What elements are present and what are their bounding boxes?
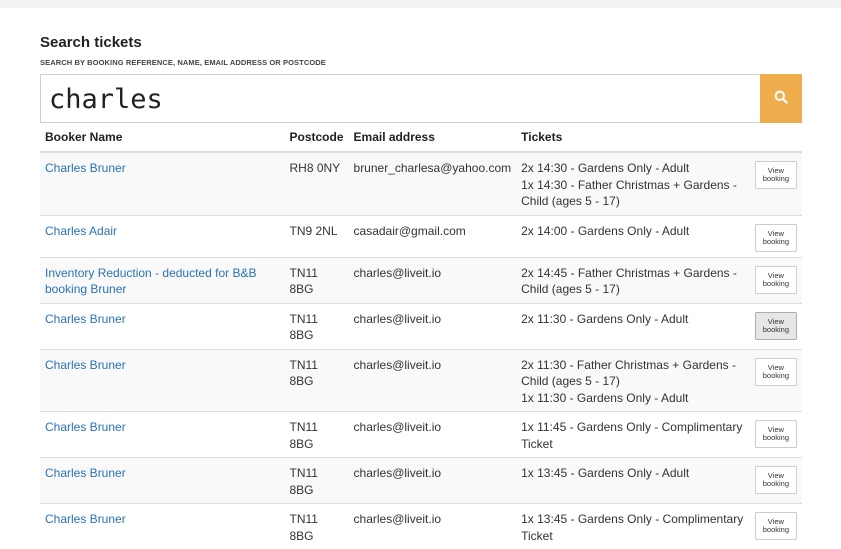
tickets-cell: 2x 11:30 - Father Christmas + Gardens - … (516, 349, 750, 412)
ticket-line: 1x 13:45 - Gardens Only - Adult (521, 465, 745, 482)
booker-name-link[interactable]: Charles Bruner (45, 420, 126, 434)
table-row: Charles Adair TN9 2NLcasadair@gmail.com2x… (40, 215, 802, 257)
booker-name-link[interactable]: Charles Adair (45, 224, 117, 238)
email-cell: charles@liveit.io (349, 257, 517, 303)
view-booking-button[interactable]: View booking (755, 358, 797, 386)
ticket-line: 2x 11:30 - Father Christmas + Gardens - … (521, 357, 745, 390)
action-cell: View booking (750, 349, 802, 412)
postcode-cell: TN11 8BG (285, 504, 349, 549)
table-row: Charles Bruner TN11 8BGcharles@liveit.io1… (40, 458, 802, 504)
tickets-cell: 1x 13:45 - Gardens Only - Adult (516, 458, 750, 504)
ticket-line: 2x 11:30 - Gardens Only - Adult (521, 311, 745, 328)
table-row: Charles Bruner TN11 8BGcharles@liveit.io1… (40, 504, 802, 549)
header-email: Email address (349, 126, 517, 152)
header-booker-name: Booker Name (40, 126, 285, 152)
booker-name-link[interactable]: Charles Bruner (45, 512, 126, 526)
view-booking-button[interactable]: View booking (755, 312, 797, 340)
booker-name-link[interactable]: Inventory Reduction - deducted for B&B b… (45, 266, 256, 297)
postcode-cell: TN11 8BG (285, 412, 349, 458)
ticket-line: 2x 14:45 - Father Christmas + Gardens - … (521, 265, 745, 298)
email-cell: charles@liveit.io (349, 458, 517, 504)
action-cell: View booking (750, 257, 802, 303)
top-bar (0, 0, 841, 8)
table-row: Inventory Reduction - deducted for B&B b… (40, 257, 802, 303)
booker-name-link[interactable]: Charles Bruner (45, 466, 126, 480)
header-tickets: Tickets (516, 126, 750, 152)
tickets-cell: 2x 11:30 - Gardens Only - Adult (516, 303, 750, 349)
results-table: Booker Name Postcode Email address Ticke… (40, 126, 802, 549)
email-cell: charles@liveit.io (349, 504, 517, 549)
ticket-line: 1x 11:30 - Gardens Only - Adult (521, 390, 745, 407)
action-cell: View booking (750, 458, 802, 504)
view-booking-button[interactable]: View booking (755, 466, 797, 494)
view-booking-button[interactable]: View booking (755, 161, 797, 189)
table-row: Charles Bruner TN11 8BGcharles@liveit.io2… (40, 349, 802, 412)
page-title: Search tickets (40, 34, 142, 51)
ticket-line: 1x 14:30 - Father Christmas + Gardens - … (521, 177, 745, 210)
tickets-cell: 2x 14:45 - Father Christmas + Gardens - … (516, 257, 750, 303)
tickets-cell: 1x 11:45 - Gardens Only - Complimentary … (516, 412, 750, 458)
postcode-cell: TN9 2NL (285, 215, 349, 257)
tickets-cell: 2x 14:30 - Gardens Only - Adult1x 14:30 … (516, 152, 750, 215)
booker-name-cell: Charles Adair (40, 215, 285, 257)
postcode-cell: TN11 8BG (285, 349, 349, 412)
table-row: Charles Bruner TN11 8BGcharles@liveit.io1… (40, 412, 802, 458)
ticket-line: 1x 13:45 - Gardens Only - Complimentary … (521, 511, 745, 544)
booker-name-link[interactable]: Charles Bruner (45, 312, 126, 326)
action-cell: View booking (750, 152, 802, 215)
view-booking-button[interactable]: View booking (755, 266, 797, 294)
table-row: Charles Bruner RH8 0NYbruner_charlesa@yah… (40, 152, 802, 215)
search-button[interactable] (760, 74, 802, 123)
view-booking-button[interactable]: View booking (755, 224, 797, 252)
tickets-cell: 1x 13:45 - Gardens Only - Complimentary … (516, 504, 750, 549)
email-cell: charles@liveit.io (349, 303, 517, 349)
booker-name-cell: Charles Bruner (40, 349, 285, 412)
table-header-row: Booker Name Postcode Email address Ticke… (40, 126, 802, 152)
ticket-line: 2x 14:30 - Gardens Only - Adult (521, 160, 745, 177)
tickets-cell: 2x 14:00 - Gardens Only - Adult (516, 215, 750, 257)
ticket-line: 1x 11:45 - Gardens Only - Complimentary … (521, 419, 745, 452)
postcode-cell: TN11 8BG (285, 257, 349, 303)
booker-name-cell: Charles Bruner (40, 458, 285, 504)
action-cell: View booking (750, 215, 802, 257)
booker-name-cell: Charles Bruner (40, 504, 285, 549)
view-booking-button[interactable]: View booking (755, 420, 797, 448)
email-cell: casadair@gmail.com (349, 215, 517, 257)
booker-name-cell: Inventory Reduction - deducted for B&B b… (40, 257, 285, 303)
action-cell: View booking (750, 412, 802, 458)
table-row: Charles Bruner TN11 8BGcharles@liveit.io2… (40, 303, 802, 349)
email-cell: charles@liveit.io (349, 412, 517, 458)
header-postcode: Postcode (285, 126, 349, 152)
action-cell: View booking (750, 303, 802, 349)
search-hint: SEARCH BY BOOKING REFERENCE, NAME, EMAIL… (40, 58, 326, 67)
header-action (750, 126, 802, 152)
search-icon (774, 90, 788, 107)
email-cell: bruner_charlesa@yahoo.com (349, 152, 517, 215)
search-bar (40, 74, 802, 123)
booker-name-cell: Charles Bruner (40, 303, 285, 349)
action-cell: View booking (750, 504, 802, 549)
postcode-cell: TN11 8BG (285, 303, 349, 349)
booker-name-link[interactable]: Charles Bruner (45, 358, 126, 372)
view-booking-button[interactable]: View booking (755, 512, 797, 540)
ticket-line: 2x 14:00 - Gardens Only - Adult (521, 223, 745, 240)
booker-name-cell: Charles Bruner (40, 412, 285, 458)
email-cell: charles@liveit.io (349, 349, 517, 412)
postcode-cell: RH8 0NY (285, 152, 349, 215)
postcode-cell: TN11 8BG (285, 458, 349, 504)
booker-name-link[interactable]: Charles Bruner (45, 161, 126, 175)
booker-name-cell: Charles Bruner (40, 152, 285, 215)
search-input[interactable] (40, 74, 760, 123)
